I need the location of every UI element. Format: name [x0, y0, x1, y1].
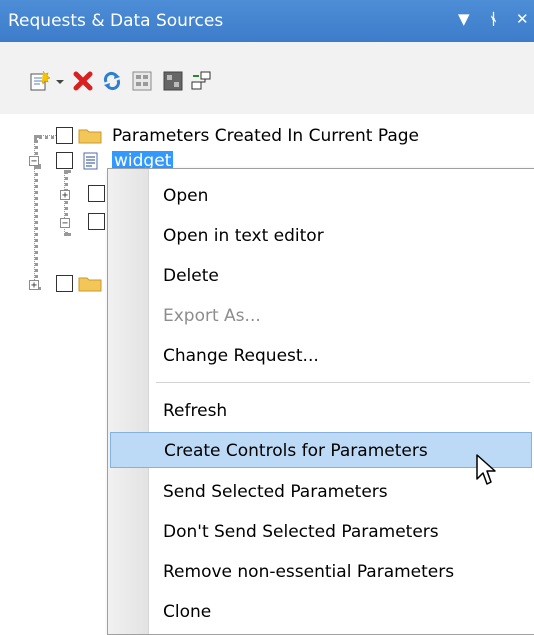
- menu-item-label: Create Controls for Parameters: [164, 441, 428, 461]
- row-checkbox[interactable]: [56, 127, 73, 144]
- menu-item-clone[interactable]: Clone: [110, 594, 532, 630]
- refresh-icon[interactable]: [101, 70, 123, 92]
- panel-title: Requests & Data Sources: [8, 11, 224, 31]
- expand-icon[interactable]: +: [60, 190, 70, 201]
- close-icon[interactable]: ✕: [516, 10, 529, 28]
- row-checkbox[interactable]: [88, 185, 105, 202]
- dropdown-menu-icon[interactable]: ▼: [458, 10, 470, 28]
- chevron-down-icon[interactable]: [54, 70, 66, 92]
- context-menu: Open Open in text editor Delete Export A…: [107, 168, 534, 635]
- folder-icon: [78, 277, 102, 292]
- menu-item-remove-non-essential-parameters[interactable]: Remove non-essential Parameters: [110, 554, 532, 590]
- menu-item-label: Export As...: [163, 306, 261, 326]
- tree-connector: [34, 166, 38, 290]
- tree-item-label[interactable]: Parameters Created In Current Page: [112, 126, 419, 146]
- row-checkbox[interactable]: [56, 275, 73, 292]
- row-checkbox[interactable]: [56, 152, 73, 169]
- menu-item-label: Change Request...: [163, 346, 319, 366]
- menu-item-open-in-text-editor[interactable]: Open in text editor: [110, 218, 532, 254]
- menu-item-dont-send-selected-parameters[interactable]: Don't Send Selected Parameters: [110, 514, 532, 550]
- menu-item-label: Open in text editor: [163, 226, 324, 246]
- delete-icon[interactable]: [72, 70, 94, 92]
- menu-item-refresh[interactable]: Refresh: [110, 393, 532, 429]
- request-document-icon: [83, 152, 98, 170]
- toolbar: [0, 42, 534, 115]
- menu-item-label: Don't Send Selected Parameters: [163, 522, 439, 542]
- menu-item-label: Refresh: [163, 401, 228, 421]
- panel-titlebar: Requests & Data Sources ▼ ᛀ ✕: [0, 0, 534, 42]
- menu-item-create-controls-for-parameters[interactable]: Create Controls for Parameters: [110, 432, 532, 468]
- menu-item-delete[interactable]: Delete: [110, 258, 532, 294]
- network-icon[interactable]: [190, 70, 212, 92]
- menu-separator: [156, 382, 530, 383]
- menu-item-change-request[interactable]: Change Request...: [110, 338, 532, 374]
- mouse-pointer-icon: [476, 454, 496, 485]
- collapse-icon[interactable]: −: [29, 156, 39, 167]
- new-request-icon[interactable]: [28, 70, 50, 92]
- pin-icon[interactable]: ᛀ: [489, 10, 498, 28]
- menu-item-label: Remove non-essential Parameters: [163, 562, 455, 582]
- properties-icon[interactable]: [131, 70, 153, 92]
- expand-icon[interactable]: +: [29, 280, 39, 291]
- grid-icon[interactable]: [162, 70, 184, 92]
- folder-icon: [78, 129, 102, 144]
- menu-item-label: Send Selected Parameters: [163, 482, 388, 502]
- menu-item-send-selected-parameters[interactable]: Send Selected Parameters: [110, 474, 532, 510]
- menu-item-label: Clone: [163, 602, 212, 622]
- menu-item-open[interactable]: Open: [110, 178, 532, 214]
- row-checkbox[interactable]: [88, 213, 105, 230]
- menu-item-label: Delete: [163, 266, 219, 286]
- collapse-icon[interactable]: −: [60, 218, 70, 229]
- menu-item-export-as: Export As...: [110, 298, 532, 334]
- menu-item-label: Open: [163, 186, 209, 206]
